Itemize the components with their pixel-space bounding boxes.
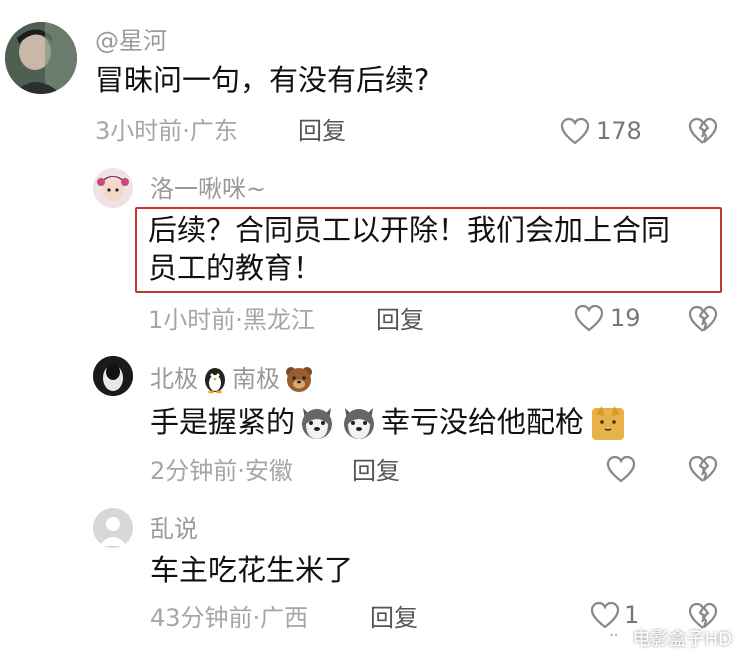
- broken-heart-icon: [688, 455, 718, 482]
- reply-button[interactable]: 回复: [352, 456, 400, 486]
- username[interactable]: 乱说: [150, 514, 198, 544]
- username-part-1: 北极: [150, 365, 198, 393]
- like-button[interactable]: [606, 455, 636, 483]
- avatar-photo-icon: [93, 168, 133, 208]
- penguin-icon: [205, 368, 225, 394]
- avatar-photo-icon: [93, 356, 133, 396]
- husky-icon: [302, 408, 333, 439]
- comment-meta: 43分钟前·广西: [150, 604, 309, 632]
- like-button[interactable]: 178: [560, 116, 642, 146]
- comment-meta: 1小时前·黑龙江: [148, 306, 315, 334]
- wechat-icon: [605, 629, 627, 646]
- like-count: 178: [596, 117, 642, 145]
- husky-icon: [344, 408, 375, 439]
- comment-text-line-1: 后续？合同员工以开除！我们会加上合同: [148, 213, 671, 247]
- username[interactable]: 北极 南极: [150, 364, 314, 394]
- heart-icon: [606, 455, 636, 483]
- comment-text: 手是握紧的 幸亏没给他配枪: [150, 402, 628, 442]
- reply-button[interactable]: 回复: [370, 603, 418, 633]
- comment-meta: 2分钟前·安徽: [150, 457, 293, 485]
- reply-button[interactable]: 回复: [298, 116, 346, 146]
- reply-button[interactable]: 回复: [376, 305, 424, 335]
- heart-icon: [560, 117, 590, 145]
- comment-text-part-1: 手是握紧的: [150, 405, 296, 439]
- broken-heart-icon: [688, 305, 718, 332]
- bear-icon: [286, 367, 312, 392]
- username[interactable]: 洛一啾咪~: [150, 174, 266, 204]
- username[interactable]: @星河: [95, 26, 167, 56]
- dislike-button[interactable]: [688, 117, 718, 149]
- comment-thread: @星河 冒昧问一句，有没有后续? 3小时前·广东 回复 178 洛一啾咪~ 后续…: [0, 0, 750, 671]
- comment-text-line-2: 员工的教育！: [148, 251, 323, 285]
- watermark: 电影盒子HD: [605, 625, 732, 651]
- avatar[interactable]: [5, 22, 77, 94]
- username-part-2: 南极: [232, 365, 280, 393]
- avatar[interactable]: [93, 356, 133, 396]
- default-user-icon: [93, 508, 133, 548]
- like-button[interactable]: 19: [574, 303, 641, 333]
- watermark-text: 电影盒子HD: [632, 629, 732, 650]
- heart-icon: [574, 304, 604, 332]
- like-count: 19: [610, 304, 641, 332]
- comment-text: 车主吃花生米了: [150, 553, 354, 587]
- dislike-button[interactable]: [688, 305, 718, 337]
- comment-text-part-2: 幸亏没给他配枪: [381, 405, 585, 439]
- dislike-button[interactable]: [688, 455, 718, 487]
- avatar-photo-icon: [5, 22, 77, 94]
- comment-text: 冒昧问一句，有没有后续?: [95, 63, 430, 97]
- avatar[interactable]: [93, 168, 133, 208]
- broken-heart-icon: [688, 117, 718, 144]
- avatar[interactable]: [93, 508, 133, 548]
- cat-icon: [592, 406, 625, 440]
- comment-meta: 3小时前·广东: [95, 117, 238, 145]
